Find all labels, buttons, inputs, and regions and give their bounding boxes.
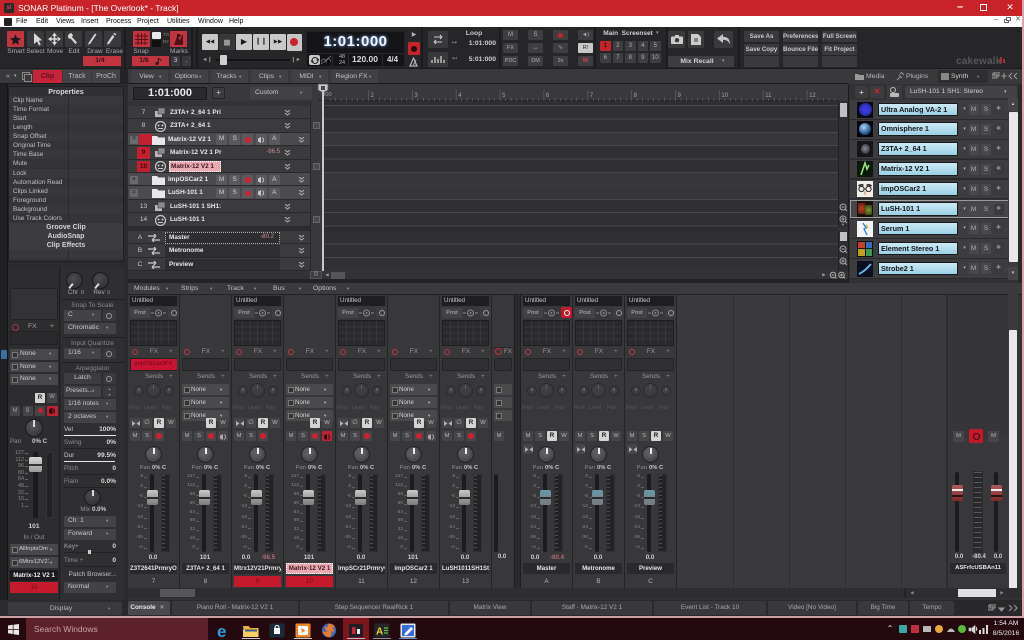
svg-text:9: 9 [678, 93, 682, 99]
svg-text:11: 11 [765, 93, 772, 99]
svg-text:3: 3 [414, 93, 418, 99]
svg-text:e: e [217, 623, 226, 638]
svg-text:8: 8 [634, 93, 638, 99]
svg-text:10: 10 [721, 93, 728, 99]
svg-text:6: 6 [546, 93, 550, 99]
svg-text:7: 7 [590, 93, 594, 99]
svg-text:4: 4 [458, 93, 462, 99]
svg-text:A: A [376, 627, 383, 638]
svg-text:12: 12 [809, 93, 816, 99]
svg-text:2: 2 [371, 93, 375, 99]
svg-text:5: 5 [502, 93, 506, 99]
